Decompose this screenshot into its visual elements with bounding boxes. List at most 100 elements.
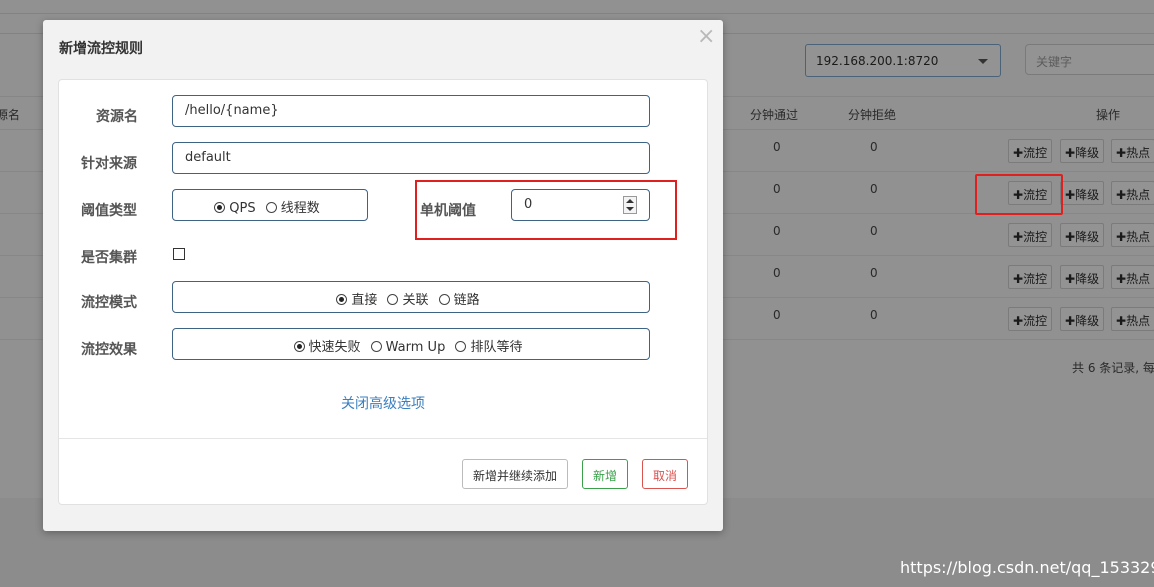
- threshold-type-label: 阈值类型: [81, 203, 137, 219]
- plus-icon: ✚: [1065, 272, 1076, 286]
- mode-group: 直接 关联 链路: [172, 281, 650, 313]
- mode-relate[interactable]: 关联: [387, 293, 429, 308]
- plus-icon: ✚: [1065, 188, 1076, 202]
- block-count: 0: [870, 182, 878, 196]
- divider: [0, 13, 1154, 14]
- plus-icon: ✚: [1013, 314, 1024, 328]
- cluster-label: 是否集群: [81, 250, 137, 266]
- plus-icon: ✚: [1065, 230, 1076, 244]
- source-label: 针对来源: [81, 156, 137, 172]
- degrade-button-label: 降级: [1075, 146, 1100, 160]
- pass-count: 0: [773, 140, 781, 154]
- effect-fail-fast[interactable]: 快速失败: [293, 340, 361, 355]
- spin-down-icon[interactable]: [626, 207, 634, 211]
- hotspot-button-label: 热点: [1126, 314, 1151, 328]
- option-label: 链路: [453, 293, 480, 308]
- option-label: 快速失败: [308, 340, 361, 355]
- degrade-button-label: 降级: [1075, 188, 1100, 202]
- hotspot-button-label: 热点: [1126, 188, 1151, 202]
- source-value: default: [185, 150, 231, 165]
- hotspot-button[interactable]: ✚热点: [1111, 223, 1154, 247]
- hotspot-button[interactable]: ✚热点: [1111, 307, 1154, 331]
- pass-count: 0: [773, 308, 781, 322]
- flow-button[interactable]: ✚流控: [1008, 265, 1053, 289]
- spin-up-icon[interactable]: [626, 199, 634, 203]
- degrade-button-label: 降级: [1075, 314, 1100, 328]
- option-label: 直接: [351, 293, 378, 308]
- pass-count: 0: [773, 224, 781, 238]
- single-threshold-input[interactable]: 0: [511, 189, 650, 221]
- hotspot-button[interactable]: ✚热点: [1111, 265, 1154, 289]
- hotspot-button[interactable]: ✚热点: [1111, 139, 1154, 163]
- radio-checked-icon: [293, 341, 305, 352]
- threshold-type-group: QPS 线程数: [172, 189, 368, 221]
- flow-button[interactable]: ✚流控: [1008, 307, 1053, 331]
- radio-icon: [438, 294, 450, 305]
- toggle-advanced-link[interactable]: 关闭高级选项: [59, 393, 707, 413]
- plus-icon: ✚: [1116, 188, 1127, 202]
- form-panel: 资源名 /hello/{name} 针对来源 default 阈值类型 QPS …: [58, 79, 708, 505]
- hotspot-button-label: 热点: [1126, 230, 1151, 244]
- option-label: 排队等待: [470, 340, 523, 355]
- chevron-down-icon: [978, 59, 988, 64]
- hotspot-button[interactable]: ✚热点: [1111, 181, 1154, 205]
- close-icon[interactable]: ×: [697, 24, 715, 49]
- degrade-button[interactable]: ✚降级: [1060, 223, 1105, 247]
- degrade-button[interactable]: ✚降级: [1060, 265, 1105, 289]
- degrade-button-label: 降级: [1075, 230, 1100, 244]
- option-label: 线程数: [280, 201, 320, 216]
- resource-input[interactable]: /hello/{name}: [172, 95, 650, 127]
- flow-button-label: 流控: [1023, 146, 1048, 160]
- degrade-button[interactable]: ✚降级: [1060, 139, 1105, 163]
- effect-warm-up[interactable]: Warm Up: [370, 340, 446, 355]
- cluster-checkbox[interactable]: [173, 248, 185, 260]
- threshold-type-thread[interactable]: 线程数: [265, 201, 320, 216]
- effect-label: 流控效果: [81, 342, 137, 358]
- mode-label: 流控模式: [81, 295, 137, 311]
- pass-count: 0: [773, 182, 781, 196]
- plus-icon: ✚: [1116, 230, 1127, 244]
- mode-direct[interactable]: 直接: [336, 293, 377, 308]
- plus-icon: ✚: [1065, 146, 1076, 160]
- flow-button[interactable]: ✚流控: [1008, 139, 1053, 163]
- threshold-type-options: QPS 线程数: [173, 197, 367, 216]
- keyword-search-input[interactable]: 关键字: [1025, 44, 1154, 75]
- resource-label: 资源名: [96, 109, 138, 125]
- radio-icon: [370, 341, 382, 352]
- source-input[interactable]: default: [172, 142, 650, 174]
- pass-count: 0: [773, 266, 781, 280]
- flow-button-label: 流控: [1023, 272, 1048, 286]
- add-flow-rule-dialog: 新增流控规则 × 资源名 /hello/{name} 针对来源 default …: [43, 20, 723, 531]
- column-header-actions: 操作: [1096, 108, 1121, 122]
- plus-icon: ✚: [1116, 146, 1127, 160]
- cancel-button[interactable]: 取消: [642, 459, 689, 489]
- option-label: QPS: [229, 201, 256, 216]
- single-threshold-value: 0: [524, 197, 533, 212]
- add-button[interactable]: 新增: [582, 459, 629, 489]
- degrade-button-label: 降级: [1075, 272, 1100, 286]
- degrade-button[interactable]: ✚降级: [1060, 307, 1105, 331]
- flow-button-label: 流控: [1023, 230, 1048, 244]
- threshold-type-qps[interactable]: QPS: [214, 201, 256, 216]
- hotspot-button-label: 热点: [1126, 272, 1151, 286]
- effect-options: 快速失败 Warm Up 排队等待: [173, 336, 649, 355]
- radio-icon: [387, 294, 399, 305]
- machine-select[interactable]: 192.168.200.1:8720: [805, 44, 1001, 77]
- number-spinner[interactable]: [623, 196, 637, 214]
- watermark: https://blog.csdn.net/qq_15332967: [900, 558, 1154, 577]
- divider: [59, 438, 707, 439]
- flow-button[interactable]: ✚流控: [1008, 223, 1053, 247]
- plus-icon: ✚: [1013, 146, 1024, 160]
- dialog-title: 新增流控规则: [59, 41, 143, 57]
- column-header-block: 分钟拒绝: [848, 108, 897, 122]
- mode-chain[interactable]: 链路: [438, 293, 480, 308]
- single-threshold-label: 单机阈值: [420, 203, 476, 219]
- add-and-continue-button[interactable]: 新增并继续添加: [462, 459, 569, 489]
- block-count: 0: [870, 224, 878, 238]
- effect-queue[interactable]: 排队等待: [455, 340, 522, 355]
- keyword-placeholder: 关键字: [1036, 55, 1073, 69]
- block-count: 0: [870, 308, 878, 322]
- degrade-button[interactable]: ✚降级: [1060, 181, 1105, 205]
- option-label: Warm Up: [385, 340, 446, 355]
- option-label: 关联: [402, 293, 429, 308]
